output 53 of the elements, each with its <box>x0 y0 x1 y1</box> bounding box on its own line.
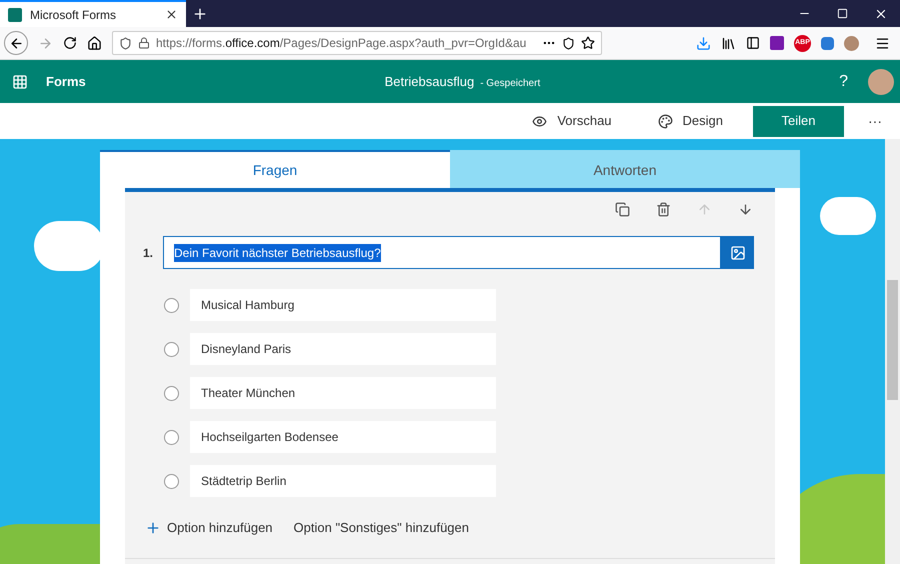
radio-button[interactable] <box>164 342 179 356</box>
trash-icon[interactable] <box>656 202 671 217</box>
design-button[interactable]: Design <box>658 111 723 131</box>
more-button[interactable]: ··· <box>850 110 900 132</box>
radio-button[interactable] <box>164 474 179 488</box>
tab[interactable]: Antworten <box>450 150 800 188</box>
scroll-thumb[interactable] <box>887 280 898 400</box>
arrow-down-icon[interactable] <box>738 202 753 217</box>
browser-tab[interactable]: Microsoft Forms <box>0 0 186 27</box>
address-bar[interactable]: https://forms.office.com/Pages/DesignPage.aspx?auth_pvr=OrgId&au <box>112 31 602 55</box>
app-name[interactable]: Forms <box>46 72 86 92</box>
plus-icon <box>145 520 161 536</box>
option-field[interactable]: Musical Hamburg <box>190 289 496 321</box>
palette-icon <box>658 114 673 128</box>
shield-icon <box>119 36 132 50</box>
preview-button[interactable]: Vorschau <box>532 111 612 131</box>
option-field[interactable]: Hochseilgarten Bodensee <box>190 421 496 453</box>
copy-icon[interactable] <box>615 202 630 217</box>
library-icon[interactable] <box>721 36 736 50</box>
add-option-button[interactable]: Option hinzufügen <box>145 518 273 538</box>
avatar[interactable] <box>844 36 859 50</box>
question-title: Dein Favorit nächster Betriebsausflug? <box>174 244 381 262</box>
option-field[interactable]: Theater München <box>190 377 496 409</box>
add-other-option-button[interactable]: Option "Sonstiges" hinzufügen <box>294 518 469 538</box>
menu-icon[interactable] <box>875 36 890 50</box>
url-text: https://forms.office.com/Pages/DesignPage.aspx?auth_pvr=OrgId&au <box>156 35 528 52</box>
star-icon[interactable] <box>581 36 595 50</box>
radio-button[interactable] <box>164 430 179 444</box>
cloud-drawing <box>820 197 876 235</box>
form-title: Betriebsausflug <box>384 72 474 91</box>
image-icon <box>730 244 746 260</box>
save-status: - Gespeichert <box>480 76 540 91</box>
home-icon[interactable] <box>87 36 102 50</box>
back-button[interactable] <box>4 31 28 55</box>
reload-icon[interactable] <box>63 36 77 50</box>
eye-icon <box>532 114 548 128</box>
restore-icon[interactable] <box>837 8 848 19</box>
sidebar-icon[interactable] <box>746 36 760 50</box>
radio-button[interactable] <box>164 298 179 312</box>
question-title-field[interactable]: Dein Favorit nächster Betriebsausflug? <box>163 236 721 269</box>
option-field[interactable]: Städtetrip Berlin <box>190 465 496 497</box>
insert-image-button[interactable] <box>721 236 754 269</box>
option-field[interactable]: Disneyland Paris <box>190 333 496 365</box>
new-tab-icon[interactable] <box>192 6 208 22</box>
help-button[interactable]: ? <box>839 70 848 94</box>
question-number: 1. <box>142 244 154 262</box>
lock-icon <box>138 37 150 49</box>
app-launcher-icon[interactable] <box>12 74 28 90</box>
radio-button[interactable] <box>164 386 179 400</box>
tab-title: Microsoft Forms <box>30 6 118 24</box>
share-button[interactable]: Teilen <box>753 106 844 136</box>
close-icon[interactable] <box>165 8 178 21</box>
download-icon[interactable] <box>696 36 711 50</box>
